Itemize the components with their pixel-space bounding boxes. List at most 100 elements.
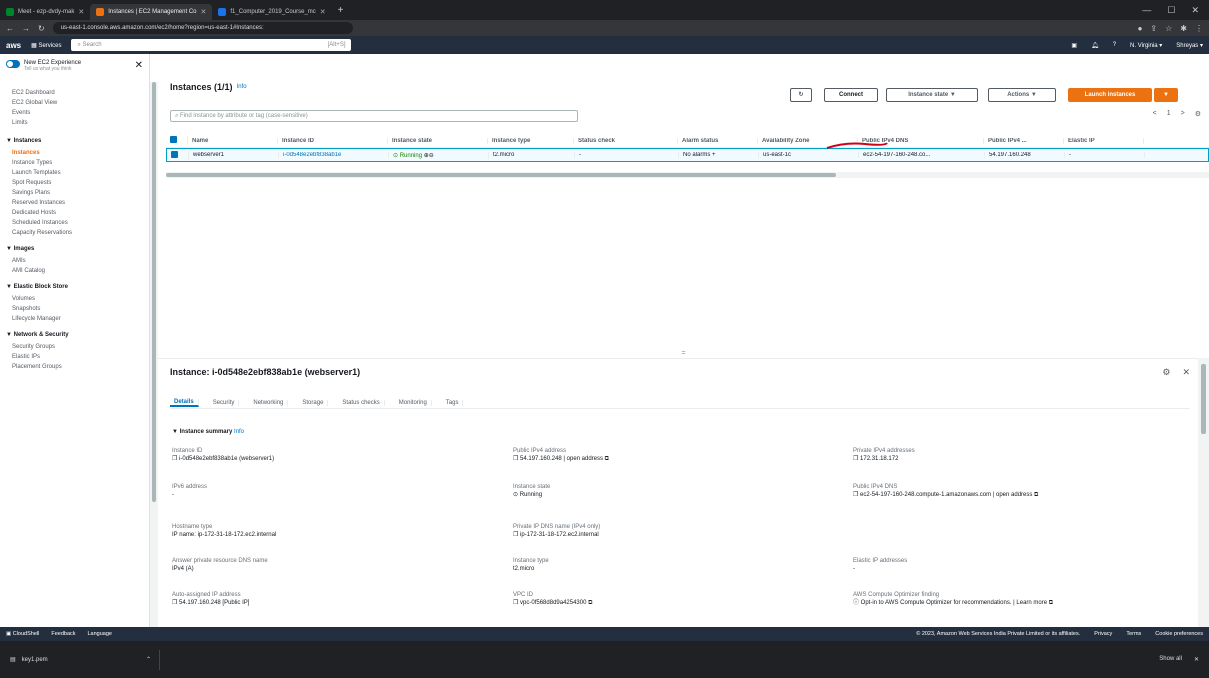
sidebar-item-placement-groups[interactable]: Placement Groups <box>0 362 149 372</box>
details-scrollbar[interactable] <box>1198 358 1209 627</box>
tab-storage[interactable]: Storage <box>298 399 329 406</box>
account-menu[interactable]: Shreyas ▾ <box>1176 42 1203 49</box>
help-icon[interactable]: ? <box>1113 42 1116 48</box>
maximize-icon[interactable]: ☐ <box>1167 5 1175 16</box>
close-icon[interactable]: ✕ <box>78 8 84 16</box>
launch-instances-button[interactable]: Launch instances <box>1068 88 1152 102</box>
sidebar-item-events[interactable]: Events <box>0 108 149 118</box>
tab-security[interactable]: Security <box>209 399 240 406</box>
bell-icon[interactable]: 🔔︎ <box>1091 42 1099 49</box>
add-alarm-icon[interactable]: + <box>712 152 716 158</box>
sidebar-item-elastic-ips[interactable]: Elastic IPs <box>0 352 149 362</box>
sidebar-item-lifecycle-manager[interactable]: Lifecycle Manager <box>0 314 149 324</box>
extension-icon[interactable]: ✱ <box>1180 24 1187 33</box>
forward-icon[interactable]: → <box>22 24 30 33</box>
sidebar-section-images[interactable]: ▼ Images <box>0 242 149 256</box>
browser-tab-ec2[interactable]: Instances | EC2 Management Co ✕ <box>90 4 213 20</box>
gear-icon[interactable]: ⚙ <box>1195 110 1201 118</box>
sidebar-item-capacity-reservations[interactable]: Capacity Reservations <box>0 228 149 238</box>
instance-state-button[interactable]: Instance state ▼ <box>886 88 978 102</box>
gear-icon[interactable]: ⚙ <box>1162 367 1170 378</box>
sidebar-item-instances[interactable]: Instances <box>0 148 149 158</box>
sidebar-item-savings-plans[interactable]: Savings Plans <box>0 188 149 198</box>
close-icon[interactable]: ✕ <box>201 8 207 16</box>
tab-details[interactable]: Details <box>170 398 199 407</box>
instance-filter-input[interactable]: ⌕ Find instance by attribute or tag (cas… <box>170 110 578 122</box>
tab-networking[interactable]: Networking <box>249 399 289 406</box>
col-public-ip[interactable]: Public IPv4 ... <box>984 137 1064 144</box>
feedback-link[interactable]: Feedback <box>51 631 75 637</box>
cookie-link[interactable]: Cookie preferences <box>1155 631 1203 637</box>
profile-icon[interactable]: ● <box>1138 24 1143 33</box>
sidebar-item-reserved-instances[interactable]: Reserved Instances <box>0 198 149 208</box>
sidebar-item-volumes[interactable]: Volumes <box>0 294 149 304</box>
col-instance-state[interactable]: Instance state <box>388 137 488 144</box>
sidebar-section-instances[interactable]: ▼ Instances <box>0 134 149 148</box>
back-icon[interactable]: ← <box>6 24 14 33</box>
minimize-icon[interactable]: — <box>1142 5 1151 16</box>
cloudshell-link[interactable]: ▣ CloudShell <box>6 631 39 637</box>
star-icon[interactable]: ☆ <box>1165 24 1172 33</box>
language-link[interactable]: Language <box>88 631 112 637</box>
refresh-button[interactable]: ↻ <box>790 88 812 102</box>
privacy-link[interactable]: Privacy <box>1094 631 1112 637</box>
sidebar-item-snapshots[interactable]: Snapshots <box>0 304 149 314</box>
cloudshell-icon[interactable]: ▣ <box>1071 42 1077 49</box>
show-all-button[interactable]: Show all <box>1159 656 1182 663</box>
row-checkbox[interactable] <box>167 150 189 160</box>
new-tab-button[interactable]: + <box>338 5 344 16</box>
toggle-switch[interactable] <box>6 60 20 68</box>
services-menu[interactable]: ▦ Services <box>31 42 61 49</box>
reload-icon[interactable]: ↻ <box>38 24 45 33</box>
page-number[interactable]: 1 <box>1167 110 1171 118</box>
share-icon[interactable]: ⇪ <box>1150 24 1157 33</box>
table-row[interactable]: webserver1 i-0d548e2ebf838ab1e ⊙ Running… <box>166 148 1209 162</box>
next-page-button[interactable]: > <box>1181 110 1185 118</box>
sidebar-section-ebs[interactable]: ▼ Elastic Block Store <box>0 280 149 294</box>
sidebar-item-limits[interactable]: Limits <box>0 118 149 128</box>
sidebar-item-instance-types[interactable]: Instance Types <box>0 158 149 168</box>
browser-tab-meet[interactable]: Meet - ezp-dvdy-mak ✕ <box>0 4 90 20</box>
connect-button[interactable]: Connect <box>824 88 878 102</box>
tab-status-checks[interactable]: Status checks <box>338 399 385 406</box>
aws-search-input[interactable]: ⌕ Search [Alt+S] <box>71 39 352 51</box>
sidebar-item-dedicated-hosts[interactable]: Dedicated Hosts <box>0 208 149 218</box>
sidebar-item-launch-templates[interactable]: Launch Templates <box>0 168 149 178</box>
chevron-up-icon[interactable]: ⌃ <box>146 656 159 663</box>
download-item[interactable]: ▤ key1.pem ⌃ <box>10 649 160 670</box>
close-icon[interactable]: ✕ <box>1194 656 1199 663</box>
sidebar-item-amis[interactable]: AMIs <box>0 256 149 266</box>
aws-logo[interactable]: aws <box>6 41 21 50</box>
url-field[interactable]: us-east-1.console.aws.amazon.com/ec2/hom… <box>52 22 353 34</box>
cell-instance-id[interactable]: i-0d548e2ebf838ab1e <box>279 152 389 158</box>
menu-icon[interactable]: ⋮ <box>1195 24 1203 33</box>
sidebar-item-security-groups[interactable]: Security Groups <box>0 342 149 352</box>
panel-resize-handle[interactable]: = <box>158 350 1209 358</box>
col-alarm-status[interactable]: Alarm status <box>678 137 758 144</box>
sidebar-scrollbar[interactable] <box>150 82 158 627</box>
sidebar-section-network[interactable]: ▼ Network & Security <box>0 328 149 342</box>
table-horizontal-scrollbar[interactable] <box>166 172 1209 178</box>
actions-button[interactable]: Actions ▼ <box>988 88 1056 102</box>
col-elastic-ip[interactable]: Elastic IP <box>1064 137 1144 144</box>
browser-tab-course[interactable]: f1_Computer_2019_Course_mc ✕ <box>212 4 331 20</box>
tab-tags[interactable]: Tags <box>442 399 464 406</box>
col-status-check[interactable]: Status check <box>574 137 678 144</box>
col-instance-id[interactable]: Instance ID <box>278 137 388 144</box>
terms-link[interactable]: Terms <box>1126 631 1141 637</box>
launch-dropdown-button[interactable]: ▼ <box>1154 88 1178 102</box>
instance-summary-header[interactable]: ▼ Instance summary Info <box>172 429 244 435</box>
close-icon[interactable]: ✕ <box>135 60 143 71</box>
sidebar-item-spot-requests[interactable]: Spot Requests <box>0 178 149 188</box>
new-experience-toggle[interactable]: New EC2 Experience Tell us what you think… <box>0 54 150 82</box>
info-link[interactable]: Info <box>234 429 244 435</box>
close-icon[interactable]: ✕ <box>320 8 326 16</box>
col-name[interactable]: Name <box>188 137 278 144</box>
sidebar-item-dashboard[interactable]: EC2 Dashboard <box>0 88 149 98</box>
sidebar-item-scheduled-instances[interactable]: Scheduled Instances <box>0 218 149 228</box>
sidebar-item-ami-catalog[interactable]: AMI Catalog <box>0 266 149 276</box>
close-icon[interactable]: ✕ <box>1182 367 1190 378</box>
close-window-icon[interactable]: ✕ <box>1191 5 1199 16</box>
col-instance-type[interactable]: Instance type <box>488 137 574 144</box>
select-all-checkbox[interactable] <box>166 136 188 145</box>
